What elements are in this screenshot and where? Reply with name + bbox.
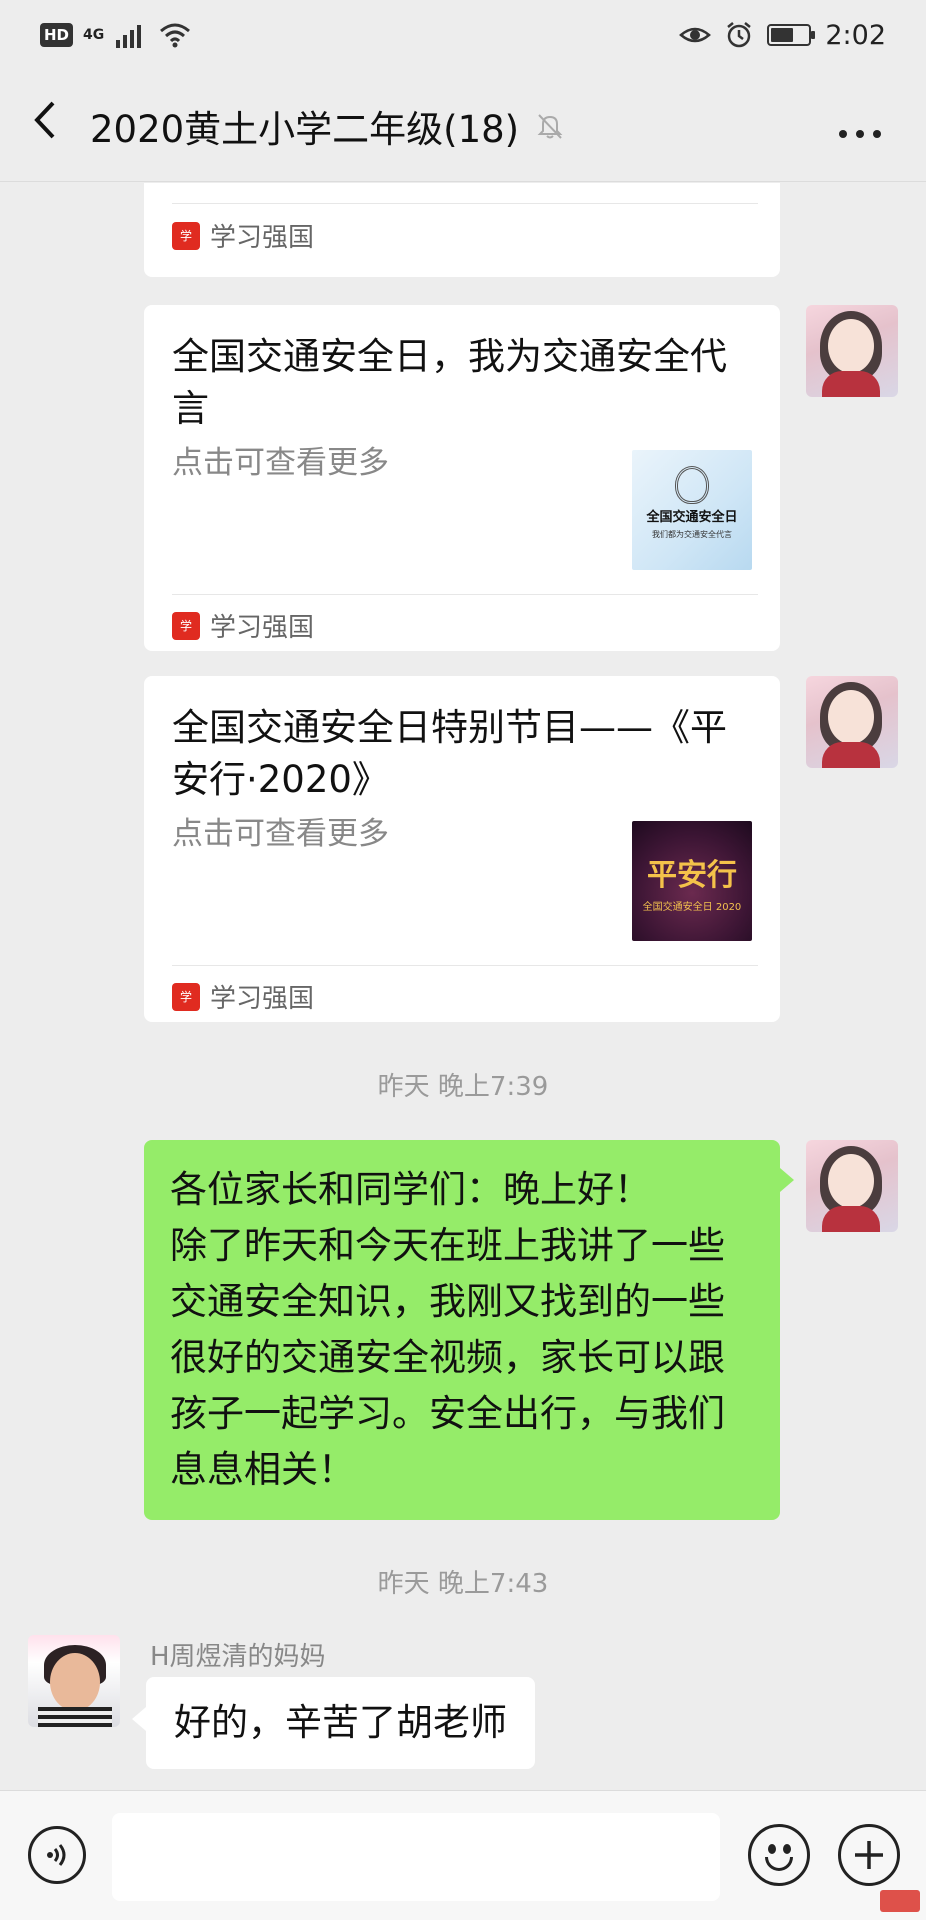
chat-area[interactable]: 学 学习强国 全国交通安全日，我为交通安全代言 点击可查看更多 全国交通安全日 … [0, 183, 926, 1790]
thumbnail-title: 平安行 [647, 857, 737, 893]
article-thumbnail: 全国交通安全日 我们都为交通安全代言 [632, 450, 752, 570]
source-name: 学习强国 [210, 613, 315, 643]
chat-title: 2020黄土小学二年级(18) [90, 107, 520, 151]
network-type: 4G [83, 27, 105, 43]
article-desc: 点击可查看更多 [172, 816, 389, 852]
hd-badge: HD [40, 23, 74, 47]
thumbnail-subtitle: 我们都为交通安全代言 [652, 530, 732, 539]
back-arrow-icon[interactable] [0, 99, 90, 152]
thumbnail-subtitle: 全国交通安全日 2020 [642, 901, 742, 913]
source-name: 学习强国 [210, 223, 315, 253]
message-line: 各位家长和同学们：晚上好！ [170, 1168, 651, 1211]
eye-icon [679, 27, 712, 43]
more-dots-icon[interactable] [838, 103, 882, 149]
voice-icon[interactable] [28, 1826, 86, 1884]
card-source: 学 学习强国 [172, 978, 314, 1015]
article-card[interactable]: 全国交通安全日，我为交通安全代言 点击可查看更多 全国交通安全日 我们都为交通安… [144, 305, 780, 651]
received-message-bubble[interactable]: 好的，辛苦了胡老师 [132, 1677, 535, 1769]
article-desc: 点击可查看更多 [172, 445, 389, 481]
card-source: 学 学习强国 [172, 607, 314, 644]
status-bar: HD 4G 2:02 [0, 0, 926, 70]
xuexi-logo-icon: 学 [172, 982, 200, 1011]
my-avatar[interactable] [806, 305, 898, 397]
message-line: 息息相关！ [170, 1448, 355, 1491]
alarm-icon [727, 22, 752, 48]
bell-muted-icon [537, 113, 563, 139]
watermark-logo [880, 1890, 920, 1912]
battery-icon [767, 24, 816, 46]
card-divider [172, 203, 758, 204]
thumbnail-title: 全国交通安全日 [646, 510, 738, 525]
message-line: 孩子一起学习。安全出行，与我们 [170, 1392, 725, 1435]
card-divider [172, 965, 758, 966]
signal-icon [116, 25, 142, 48]
input-bar [0, 1790, 926, 1920]
xuexi-logo-icon: 学 [172, 611, 200, 640]
message-line: 交通安全知识，我刚又找到的一些 [170, 1280, 725, 1323]
my-avatar[interactable] [806, 676, 898, 768]
sender-name: H周煜清的妈妈 [150, 1642, 326, 1672]
article-title: 全国交通安全日，我为交通安全代言 [172, 335, 727, 430]
article-title: 全国交通安全日特别节目——《平安行·2020》 [172, 706, 727, 801]
card-source: 学 学习强国 [172, 217, 314, 254]
source-name: 学习强国 [210, 984, 315, 1014]
chat-header: 2020黄土小学二年级(18) [0, 70, 926, 182]
xuexi-logo-icon: 学 [172, 221, 200, 250]
card-divider [172, 594, 758, 595]
article-card[interactable]: 全国交通安全日特别节目——《平安行·2020》 点击可查看更多 平安行 全国交通… [144, 676, 780, 1022]
article-card[interactable]: 学 学习强国 [144, 183, 780, 277]
my-avatar[interactable] [806, 1140, 898, 1232]
my-message-bubble[interactable]: 各位家长和同学们：晚上好！ 除了昨天和今天在班上我讲了一些 交通安全知识，我刚又… [144, 1140, 794, 1520]
wifi-icon [160, 23, 191, 48]
emoji-icon[interactable] [748, 1824, 810, 1886]
article-thumbnail: 平安行 全国交通安全日 2020 [632, 821, 752, 941]
fingerprint-icon [675, 466, 709, 504]
message-line: 除了昨天和今天在班上我讲了一些 [170, 1224, 725, 1267]
timestamp: 昨天 晚上7:43 [377, 1569, 549, 1599]
status-time: 2:02 [825, 19, 886, 51]
plus-icon[interactable] [838, 1824, 900, 1886]
sender-avatar[interactable] [28, 1635, 120, 1727]
message-input[interactable] [112, 1813, 720, 1901]
timestamp: 昨天 晚上7:39 [377, 1072, 549, 1102]
message-line: 很好的交通安全视频，家长可以跟 [170, 1336, 725, 1379]
